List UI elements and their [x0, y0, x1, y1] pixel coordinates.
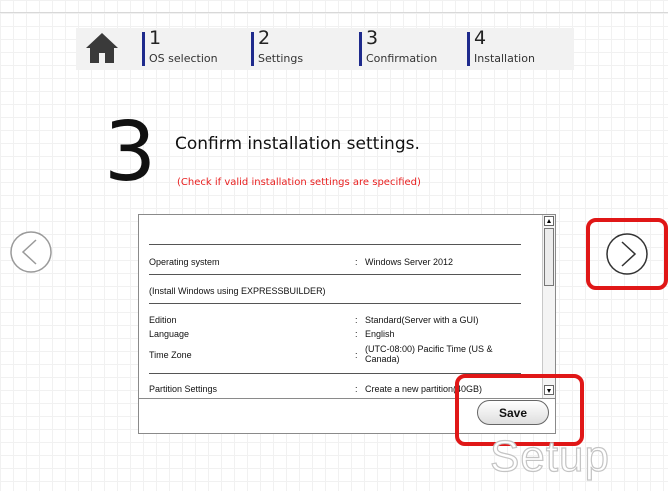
step-marker: [359, 32, 362, 66]
os-value: Windows Server 2012: [365, 257, 454, 267]
step-label: Installation: [474, 52, 535, 65]
step-number: 4: [474, 27, 487, 49]
edition-value: Standard(Server with a GUI): [365, 315, 479, 325]
settings-summary-list[interactable]: Operating system : Windows Server 2012 (…: [139, 215, 555, 399]
scroll-thumb[interactable]: [544, 228, 554, 286]
divider: [149, 303, 521, 304]
scroll-up-button[interactable]: [544, 216, 554, 226]
install-note: (Install Windows using EXPRESSBUILDER): [149, 286, 326, 296]
step-label: OS selection: [149, 52, 218, 65]
colon: :: [355, 329, 358, 339]
step-settings: 2 Settings: [251, 27, 331, 66]
colon: :: [355, 350, 358, 360]
divider: [149, 274, 521, 275]
page-title: Confirm installation settings.: [175, 134, 420, 154]
timezone-label: Time Zone: [149, 350, 192, 360]
step-installation: 4 Installation: [467, 27, 557, 66]
step-confirmation: 3 Confirmation: [359, 27, 449, 66]
language-label: Language: [149, 329, 190, 339]
next-button-highlight: [586, 218, 668, 290]
edition-label: Edition: [149, 315, 177, 325]
step-number: 3: [366, 27, 379, 49]
timezone-value-line2: Canada): [365, 354, 400, 364]
partition-label: Partition Settings: [149, 384, 218, 394]
step-marker: [251, 32, 254, 66]
step-marker: [467, 32, 470, 66]
setup-watermark: Setup: [489, 431, 610, 481]
colon: :: [355, 257, 358, 267]
home-icon[interactable]: [84, 31, 120, 65]
step-number: 2: [258, 27, 271, 49]
step-os-selection: 1 OS selection: [142, 27, 232, 66]
step-number: 1: [149, 27, 162, 49]
colon: :: [355, 384, 358, 394]
language-value: English: [365, 329, 395, 339]
page-subtitle: (Check if valid installation settings ar…: [177, 177, 421, 188]
step-label: Confirmation: [366, 52, 438, 65]
top-border: [0, 12, 668, 13]
colon: :: [355, 315, 358, 325]
step-marker: [142, 32, 145, 66]
divider: [149, 244, 521, 245]
scroll-up-icon: [547, 219, 551, 223]
step-label: Settings: [258, 52, 304, 65]
vertical-scrollbar[interactable]: [542, 215, 555, 398]
summary-content: Operating system : Windows Server 2012 (…: [149, 215, 531, 398]
timezone-value-line1: (UTC-08:00) Pacific Time (US &: [365, 344, 493, 354]
os-label: Operating system: [149, 257, 220, 267]
current-step-number: 3: [104, 105, 157, 200]
back-arrow-icon[interactable]: [9, 230, 53, 274]
